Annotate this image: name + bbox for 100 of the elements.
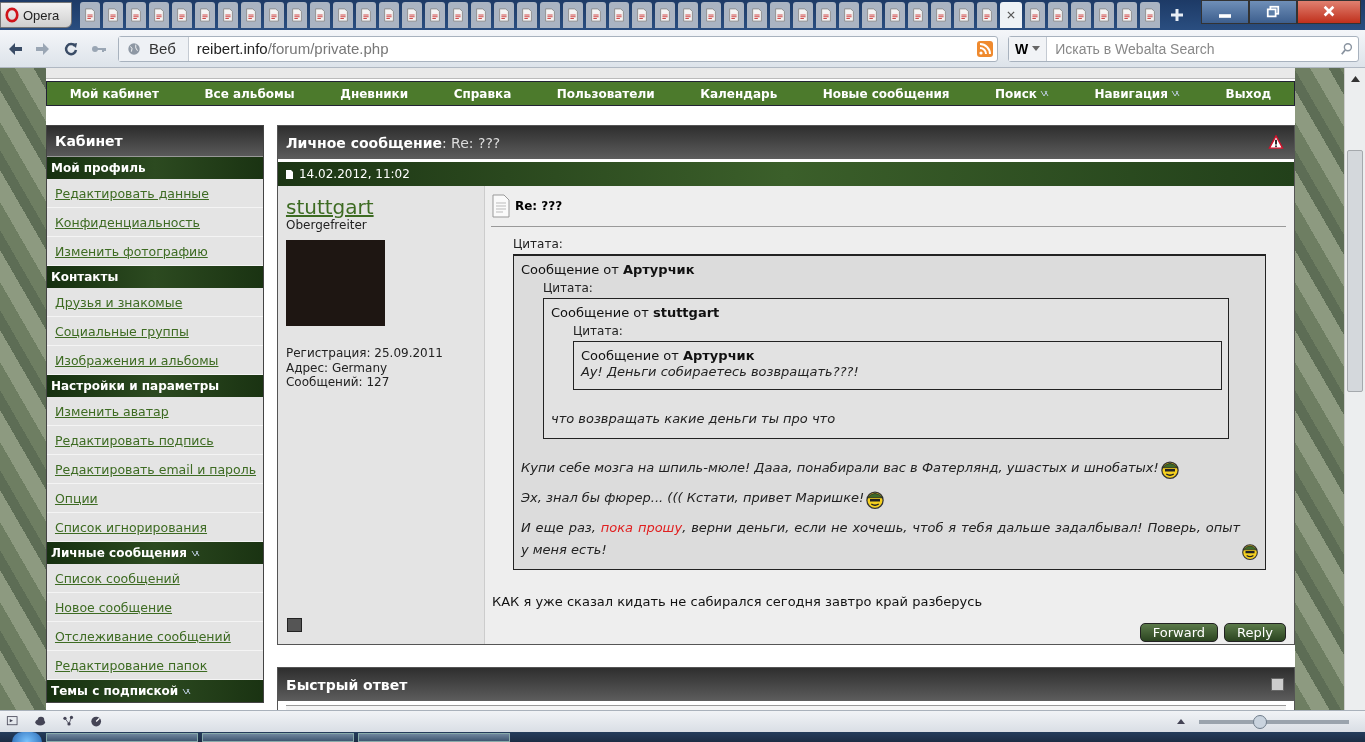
browser-tab[interactable]: [747, 2, 767, 28]
nav-link[interactable]: Календарь: [700, 86, 778, 101]
search-field[interactable]: W Искать в Webalta Search: [1008, 35, 1359, 62]
browser-tab[interactable]: [632, 2, 652, 28]
nav-link[interactable]: Дневники: [340, 86, 409, 101]
browser-tab[interactable]: [540, 2, 560, 28]
browser-tab[interactable]: [1140, 2, 1160, 28]
page-icon: [497, 6, 511, 24]
browser-tab[interactable]: [333, 2, 353, 28]
sidebar-link[interactable]: Редактировать подпись: [54, 432, 214, 448]
browser-tab[interactable]: [678, 2, 698, 28]
sidebar-link[interactable]: Опции: [54, 490, 98, 506]
sidebar-link[interactable]: Редактировать email и пароль: [54, 461, 256, 477]
nav-link[interactable]: Новые сообщения: [822, 86, 950, 101]
taskbar-button[interactable]: [202, 733, 354, 742]
browser-tab[interactable]: [218, 2, 238, 28]
browser-tab[interactable]: [356, 2, 376, 28]
browser-tab[interactable]: [264, 2, 284, 28]
message-action-button[interactable]: Reply: [1224, 623, 1287, 642]
browser-tab[interactable]: [724, 2, 744, 28]
username-link[interactable]: stuttgart: [285, 196, 476, 218]
browser-tab[interactable]: [103, 2, 123, 28]
nav-link[interactable]: Поиск: [995, 86, 1049, 101]
web-zone-badge[interactable]: Веб: [119, 36, 189, 61]
search-engine-button[interactable]: W: [1009, 36, 1048, 61]
browser-tab[interactable]: [402, 2, 422, 28]
plus-icon: [1169, 7, 1185, 23]
sidebar-link[interactable]: Новое сообщение: [54, 599, 173, 615]
browser-tab[interactable]: [770, 2, 790, 28]
browser-tab[interactable]: [839, 2, 859, 28]
browser-tab[interactable]: [80, 2, 100, 28]
browser-tab[interactable]: [287, 2, 307, 28]
browser-tab[interactable]: [816, 2, 836, 28]
browser-tab[interactable]: [1000, 2, 1022, 28]
sidebar-link[interactable]: Изображения и альбомы: [54, 352, 219, 368]
browser-tab[interactable]: [908, 2, 928, 28]
page-icon: [957, 6, 971, 24]
sidebar-link[interactable]: Список сообщений: [54, 570, 180, 586]
browser-tab[interactable]: [954, 2, 974, 28]
browser-tab[interactable]: [195, 2, 215, 28]
scrollbar[interactable]: [1344, 68, 1365, 710]
browser-tab[interactable]: [379, 2, 399, 28]
nav-link[interactable]: Справка: [453, 86, 512, 101]
browser-tab[interactable]: [425, 2, 445, 28]
page-icon: [1074, 6, 1088, 24]
browser-tab[interactable]: [586, 2, 606, 28]
browser-tab[interactable]: [471, 2, 491, 28]
browser-tab[interactable]: [609, 2, 629, 28]
sidebar-link[interactable]: Конфиденциальность: [54, 214, 200, 230]
sidebar-link[interactable]: Социальные группы: [54, 323, 189, 339]
browser-tab[interactable]: [241, 2, 261, 28]
dropdown-icon: [182, 687, 192, 695]
browser-tab[interactable]: [448, 2, 468, 28]
page-icon: [727, 6, 741, 24]
browser-tab[interactable]: [494, 2, 514, 28]
page-icon: [451, 6, 465, 24]
sidebar-link[interactable]: Редактировать данные: [54, 185, 209, 201]
browser-tab[interactable]: [172, 2, 192, 28]
page-icon: [129, 6, 143, 24]
browser-tab[interactable]: [1071, 2, 1091, 28]
taskbar-button[interactable]: [46, 733, 198, 742]
rss-icon: [977, 40, 993, 57]
minimize-button[interactable]: [1201, 0, 1249, 24]
cloud-icon: [34, 715, 48, 728]
start-orb-icon[interactable]: [12, 732, 42, 742]
browser-tab[interactable]: [885, 2, 905, 28]
browser-tab[interactable]: [149, 2, 169, 28]
browser-tab[interactable]: [310, 2, 330, 28]
browser-tab[interactable]: [517, 2, 537, 28]
nav-link[interactable]: Пользователи: [556, 86, 655, 101]
collapse-icon[interactable]: [1271, 678, 1285, 691]
browser-tab[interactable]: [977, 2, 997, 28]
browser-tab[interactable]: [793, 2, 813, 28]
nav-link[interactable]: Мой кабинет: [69, 86, 159, 101]
browser-tab[interactable]: [1117, 2, 1137, 28]
sidebar-link[interactable]: Изменить фотографию: [54, 243, 208, 259]
browser-tab[interactable]: [655, 2, 675, 28]
browser-tab[interactable]: [563, 2, 583, 28]
maximize-button[interactable]: [1249, 0, 1297, 24]
nav-link[interactable]: Навигация: [1094, 86, 1180, 101]
message-action-button[interactable]: Forward: [1139, 623, 1219, 642]
sidebar-link[interactable]: Друзья и знакомые: [54, 294, 183, 310]
nav-link[interactable]: Выход: [1225, 86, 1272, 101]
browser-tab[interactable]: [862, 2, 882, 28]
address-field[interactable]: Веб reibert.info/forum/private.php: [118, 35, 998, 62]
browser-tab[interactable]: [1025, 2, 1045, 28]
browser-tab[interactable]: [701, 2, 721, 28]
nav-link[interactable]: Все альбомы: [204, 86, 295, 101]
opera-menu-button[interactable]: Opera: [0, 2, 72, 28]
zoom-slider-thumb[interactable]: [1253, 714, 1267, 729]
browser-tab[interactable]: [126, 2, 146, 28]
browser-tab[interactable]: [1048, 2, 1068, 28]
close-window-button[interactable]: [1297, 0, 1361, 24]
browser-tab[interactable]: [1094, 2, 1114, 28]
browser-tab[interactable]: [931, 2, 951, 28]
sidebar-link[interactable]: Отслеживание сообщений: [54, 628, 231, 644]
sidebar-link[interactable]: Изменить аватар: [54, 403, 169, 419]
taskbar-button[interactable]: [358, 733, 510, 742]
sidebar-link[interactable]: Редактирование папок: [54, 657, 208, 673]
sidebar-link[interactable]: Список игнорирования: [54, 519, 208, 535]
